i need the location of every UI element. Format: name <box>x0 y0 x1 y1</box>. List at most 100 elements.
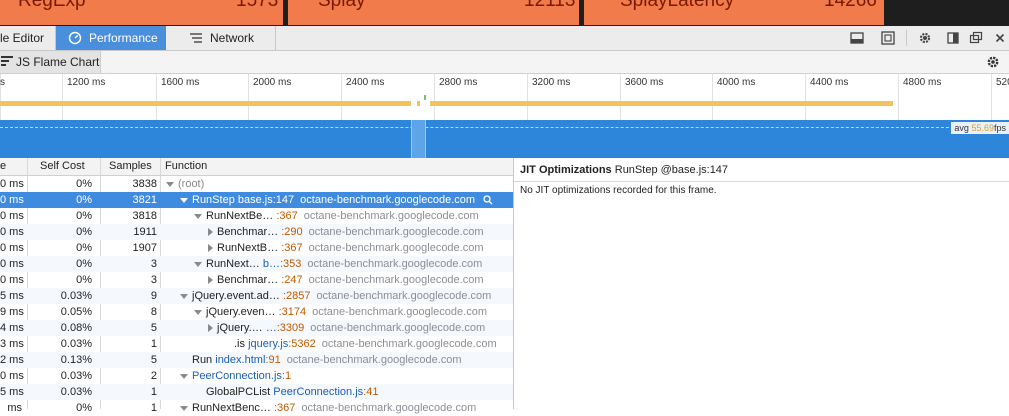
expanded-twisty-icon[interactable] <box>166 181 174 187</box>
timeline-tick-line <box>898 74 899 120</box>
timeline-tick-label: s <box>0 77 5 88</box>
expanded-twisty-icon[interactable] <box>194 309 202 315</box>
source-file-link[interactable]: b… <box>263 258 280 270</box>
expanded-twisty-icon[interactable] <box>194 261 202 267</box>
timeline-selection-handle[interactable] <box>411 120 426 158</box>
tab-performance[interactable]: Performance <box>56 26 166 50</box>
source-line-number: :91 <box>265 354 281 366</box>
samples-cell: 3 <box>150 274 157 286</box>
table-row[interactable]: 0 ms 0% 3 RunNext… b…:353 octane-benchmark.g… <box>0 256 513 272</box>
dock-side-icon[interactable] <box>946 31 960 45</box>
table-row[interactable]: 0 ms 0% 3818 RunNextBe… :367 octane-benchmar… <box>0 208 513 224</box>
source-file-link[interactable]: jquery.js <box>248 338 288 350</box>
devtools-tabbar: le Editor Performance Network <box>0 26 1009 51</box>
samples-cell: 3818 <box>132 210 157 222</box>
source-line-number: :290 <box>281 226 303 238</box>
split-console-icon[interactable] <box>850 31 864 45</box>
marker-tick <box>424 95 426 100</box>
table-header: e Self Cost Samples Function <box>0 158 513 176</box>
total-cost-cell: 0 ms <box>0 194 24 206</box>
self-cost-cell: 0.03% <box>60 338 92 350</box>
timeline-overview[interactable]: s 1200 ms 1600 ms 2000 ms 2400 ms 2800 ms 3200… <box>0 74 1009 120</box>
source-domain: octane-benchmark.googlecode.com <box>308 226 484 238</box>
call-tree-table: e Self Cost Samples Function 0 ms 0% 3838 (… <box>0 158 514 414</box>
tab-network[interactable]: Network <box>167 26 275 50</box>
undock-window-icon[interactable] <box>969 31 983 45</box>
column-header-function[interactable]: Function <box>165 158 207 175</box>
column-header-self-cost[interactable]: Self Cost <box>40 158 85 175</box>
column-header-samples[interactable]: Samples <box>109 158 152 175</box>
source-file-link[interactable]: … <box>266 322 277 334</box>
self-cost-cell: 0% <box>76 194 92 206</box>
table-row[interactable]: 5 ms 0.03% 9 jQuery.event.ad… :2857 octane-b… <box>0 288 513 304</box>
benchmark-tile-regexp: RegExp 1573 <box>0 0 283 25</box>
function-name: RunStep <box>192 194 238 206</box>
close-icon[interactable] <box>993 31 1007 45</box>
timeline-tick-line <box>620 74 621 120</box>
toolbar-divider <box>906 30 907 46</box>
table-row[interactable]: 5 ms 0.03% 1 GlobalPCList PeerConnection.js… <box>0 384 513 400</box>
jit-context: RunStep @base.js:147 <box>614 164 729 176</box>
self-cost-cell: 0% <box>76 274 92 286</box>
benchmark-score: 12113 <box>524 0 576 11</box>
function-cell: RunNext… b…:353 octane-benchmark.googleco… <box>194 256 482 272</box>
total-cost-cell: 5 ms <box>0 290 24 302</box>
table-row[interactable]: 0 ms 0.03% 2 PeerConnection.js:1 <box>0 368 513 384</box>
table-row[interactable]: 0 ms 0% 1907 RunNextB… :367 octane-benchmark… <box>0 240 513 256</box>
source-file-link[interactable]: base.js <box>238 194 273 206</box>
source-file-link[interactable]: PeerConnection.js <box>192 370 282 382</box>
table-row[interactable]: 4 ms 0.08% 5 jQuery.… …:3309 octane-benchmar… <box>0 320 513 336</box>
table-row[interactable]: 9 ms 0.05% 8 jQuery.even… :3174 octane-bench… <box>0 304 513 320</box>
network-icon <box>190 33 202 43</box>
source-file-link[interactable]: index.html <box>215 354 265 366</box>
function-cell: Benchmar… :290 octane-benchmark.googlecod… <box>208 224 484 240</box>
source-domain: octane-benchmark.googlecode.com <box>301 402 477 414</box>
function-name: (root) <box>178 178 205 190</box>
function-name: jQuery.even… <box>206 306 279 318</box>
function-name: GlobalPCList <box>206 386 274 398</box>
source-file-link[interactable]: PeerConnection.js <box>273 386 363 398</box>
samples-cell: 1 <box>150 338 157 350</box>
jit-empty-message: No JIT optimizations recorded for this f… <box>520 185 717 196</box>
expanded-twisty-icon[interactable] <box>180 373 188 379</box>
table-row[interactable]: 0 ms 0% 1911 Benchmar… :290 octane-benchmark… <box>0 224 513 240</box>
table-row[interactable]: ms 0% 1 RunNextBenc… :367 octane-benchmark.g… <box>0 400 513 416</box>
table-row[interactable]: 0 ms 0% 3 Benchmar… :247 octane-benchmark.go… <box>0 272 513 288</box>
expanded-twisty-icon[interactable] <box>180 293 188 299</box>
fps-graph[interactable]: avg 55.69fps <box>0 120 1009 158</box>
magnifying-glass-icon[interactable] <box>483 194 493 206</box>
table-row[interactable]: 2 ms 0.13% 5 Run index.html:91 octane-benchm… <box>0 352 513 368</box>
expanded-twisty-icon[interactable] <box>180 197 188 203</box>
source-line-number: :353 <box>279 258 302 270</box>
collapsed-twisty-icon[interactable] <box>208 244 213 253</box>
timeline-tick-label: 520 <box>996 77 1009 88</box>
tab-style-editor[interactable]: le Editor <box>0 26 54 50</box>
expanded-twisty-icon[interactable] <box>180 405 188 411</box>
timeline-tick-label: 3200 ms <box>532 77 571 88</box>
expanded-twisty-icon[interactable] <box>194 213 202 219</box>
table-row[interactable]: 0 ms 0% 3821 RunStep base.js:147 octane-benc… <box>0 192 513 208</box>
fps-average-badge: avg 55.69fps <box>951 122 1009 134</box>
collapsed-twisty-icon[interactable] <box>208 228 213 237</box>
function-name: Benchmar… <box>217 274 282 286</box>
js-flame-chart-view-button[interactable]: JS Flame Chart <box>0 51 101 73</box>
collapsed-twisty-icon[interactable] <box>208 324 213 333</box>
source-line-number: :41 <box>363 386 379 398</box>
total-cost-cell: 2 ms <box>0 354 24 366</box>
gear-icon[interactable] <box>918 31 932 45</box>
table-row[interactable]: 3 ms 0.03% 1 .is jquery.js:5362 octane-bench… <box>0 336 513 352</box>
responsive-mode-icon[interactable] <box>881 31 895 45</box>
source-line-number: :367 <box>281 242 303 254</box>
column-header-total[interactable]: e <box>0 158 6 175</box>
jit-title: JIT Optimizations <box>520 164 612 176</box>
total-cost-cell: 3 ms <box>0 338 24 350</box>
timeline-tick-label: 4800 ms <box>903 77 942 88</box>
table-row[interactable]: 0 ms 0% 3838 (root) <box>0 176 513 192</box>
collapsed-twisty-icon[interactable] <box>208 276 213 285</box>
samples-cell: 2 <box>150 370 157 382</box>
function-name: RunNext… <box>206 258 263 270</box>
function-name: jQuery.… <box>217 322 266 334</box>
performance-settings-gear-icon[interactable] <box>986 55 1000 69</box>
source-domain: octane-benchmark.googlecode.com <box>300 194 476 206</box>
self-cost-cell: 0.03% <box>60 290 92 302</box>
